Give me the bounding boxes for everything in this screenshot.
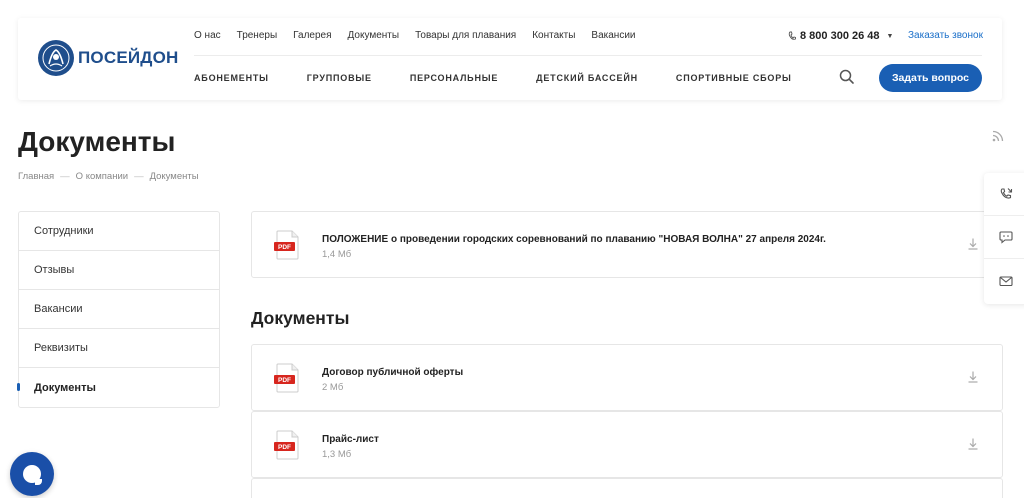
floating-contact-panel — [984, 173, 1024, 304]
callback-float-button[interactable] — [984, 173, 1024, 216]
document-card[interactable] — [251, 478, 1003, 498]
mainnav-item-sport-camps[interactable]: СПОРТИВНЫЕ СБОРЫ — [676, 73, 792, 83]
sidebar-item-employees[interactable]: Сотрудники — [19, 212, 219, 251]
pdf-label: PDF — [278, 377, 291, 384]
logo-emblem-icon — [38, 40, 74, 76]
phone-icon — [788, 31, 796, 40]
topnav-item-about[interactable]: О нас — [194, 30, 221, 41]
breadcrumb-separator: — — [134, 171, 144, 182]
breadcrumb-item-company[interactable]: О компании — [76, 171, 128, 182]
breadcrumb-item-current: Документы — [149, 171, 199, 182]
topnav-item-swim-goods[interactable]: Товары для плавания — [415, 30, 516, 41]
rss-icon[interactable] — [992, 130, 1004, 142]
pdf-file-icon: PDF — [274, 230, 299, 260]
chat-bubble-tail — [35, 479, 42, 485]
mainnav-item-subscriptions[interactable]: АБОНЕМЕНТЫ — [194, 73, 269, 83]
mainnav-item-group[interactable]: ГРУППОВЫЕ — [307, 73, 372, 83]
document-size: 1,3 Мб — [322, 449, 352, 460]
breadcrumb-item-home[interactable]: Главная — [18, 171, 54, 182]
mail-icon — [999, 275, 1013, 286]
chevron-down-icon[interactable]: ▼ — [887, 33, 894, 40]
sidebar-item-requisites[interactable]: Реквизиты — [19, 329, 219, 368]
chat-icon — [999, 231, 1013, 244]
pdf-label: PDF — [278, 444, 291, 451]
document-title[interactable]: Договор публичной оферты — [322, 367, 463, 378]
topnav-item-documents[interactable]: Документы — [348, 30, 400, 41]
document-title[interactable]: ПОЛОЖЕНИЕ о проведении городских соревно… — [322, 234, 826, 245]
document-size: 2 Мб — [322, 382, 344, 393]
pdf-file-icon: PDF — [274, 363, 299, 393]
document-title[interactable]: Прайс-лист — [322, 434, 379, 445]
breadcrumb-separator: — — [60, 171, 70, 182]
phone-number[interactable]: 8 800 300 26 48 ▼ — [788, 30, 893, 42]
document-card[interactable]: PDF Прайс-лист 1,3 Мб — [251, 411, 1003, 478]
phone-number-text: 8 800 300 26 48 — [800, 30, 880, 42]
sidebar-item-documents[interactable]: Документы — [17, 368, 219, 407]
download-icon[interactable] — [968, 438, 978, 450]
sidebar-menu: Сотрудники Отзывы Вакансии Реквизиты Док… — [17, 211, 220, 408]
topnav-item-contacts[interactable]: Контакты — [532, 30, 575, 41]
search-icon[interactable] — [838, 68, 856, 86]
main-navigation: АБОНЕМЕНТЫ ГРУППОВЫЕ ПЕРСОНАЛЬНЫЕ ДЕТСКИ… — [194, 73, 830, 83]
site-header: ПОСЕЙДОН О нас Тренеры Галерея Документы… — [18, 18, 1002, 100]
chat-float-button[interactable] — [984, 216, 1024, 259]
sidebar-item-reviews[interactable]: Отзывы — [19, 251, 219, 290]
topnav-item-gallery[interactable]: Галерея — [293, 30, 331, 41]
pdf-file-icon: PDF — [274, 430, 299, 460]
download-icon[interactable] — [968, 238, 978, 250]
topnav-item-trainers[interactable]: Тренеры — [237, 30, 278, 41]
callback-link[interactable]: Заказать звонок — [908, 30, 983, 41]
top-navigation: О нас Тренеры Галерея Документы Товары д… — [194, 30, 636, 41]
mainnav-item-personal[interactable]: ПЕРСОНАЛЬНЫЕ — [410, 73, 498, 83]
header-divider — [194, 55, 982, 56]
brand-name: ПОСЕЙДОН — [78, 48, 179, 67]
logo[interactable]: ПОСЕЙДОН — [38, 40, 179, 76]
pdf-label: PDF — [278, 244, 291, 251]
chat-widget-button[interactable] — [10, 452, 54, 496]
page-title: Документы — [18, 126, 176, 157]
sidebar-item-vacancies[interactable]: Вакансии — [19, 290, 219, 329]
email-float-button[interactable] — [984, 259, 1024, 302]
breadcrumb: Главная — О компании — Документы — [18, 171, 199, 182]
topnav-item-vacancies[interactable]: Вакансии — [591, 30, 635, 41]
download-icon[interactable] — [968, 371, 978, 383]
section-heading: Документы — [251, 308, 350, 328]
featured-document-card[interactable]: PDF ПОЛОЖЕНИЕ о проведении городских сор… — [251, 211, 1003, 278]
phone-callback-icon — [1000, 188, 1013, 199]
document-size: 1,4 Мб — [322, 249, 352, 260]
mainnav-item-kids-pool[interactable]: ДЕТСКИЙ БАССЕЙН — [536, 73, 638, 83]
document-card[interactable]: PDF Договор публичной оферты 2 Мб — [251, 344, 1003, 411]
ask-question-button[interactable]: Задать вопрос — [879, 64, 982, 92]
